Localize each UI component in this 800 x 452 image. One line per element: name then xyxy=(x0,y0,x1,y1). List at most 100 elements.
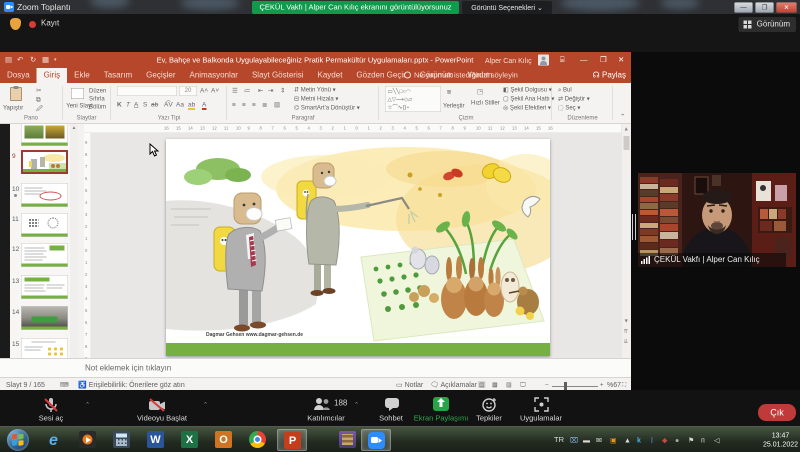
thumbnail-slide-10[interactable] xyxy=(21,183,68,207)
smartart-button[interactable]: ⌬ SmartArt'a Dönüştür ▾ xyxy=(294,104,360,111)
screen-share-icon[interactable] xyxy=(433,397,449,411)
excel-icon[interactable]: X xyxy=(181,431,198,448)
arrange-button[interactable]: Yerleştir xyxy=(443,102,464,109)
apps-label[interactable]: Uygulamalar xyxy=(520,414,562,423)
align-text-button[interactable]: ⊟ Metni Hizala ▾ xyxy=(294,95,338,102)
scroll-up-icon[interactable]: ▲ xyxy=(72,125,77,131)
media-player-icon[interactable] xyxy=(79,431,96,448)
cut-icon[interactable]: ✂ xyxy=(36,87,41,94)
tell-me-box[interactable]: Ne yapmak istediğinizi söyleyin xyxy=(404,68,518,83)
ppt-restore-icon[interactable]: ❐ xyxy=(600,56,607,64)
scroll-down-icon[interactable]: ▼ xyxy=(624,318,629,324)
shrink-font-icon[interactable]: A˅ xyxy=(211,87,219,94)
tray-volume-icon[interactable]: ◁ xyxy=(714,436,719,444)
start-button[interactable] xyxy=(7,429,29,451)
reactions-label[interactable]: Tepkiler xyxy=(476,414,502,423)
arrange-icon[interactable]: ⧈ xyxy=(447,88,451,95)
normal-view-icon[interactable]: ▤ xyxy=(478,381,486,388)
change-case-icon[interactable]: Aa xyxy=(176,101,184,108)
start-video-label[interactable]: Videoyu Başlat xyxy=(137,414,187,423)
zoom-panel-divider[interactable] xyxy=(632,214,636,240)
tab-gecisler[interactable]: Geçişler xyxy=(139,68,182,83)
slideshow-icon[interactable]: ▦ xyxy=(42,56,49,64)
tray-bluetooth-icon[interactable]: ᛒ xyxy=(650,436,654,444)
copy-icon[interactable]: ⧉ xyxy=(36,96,41,103)
underline-icon[interactable]: A xyxy=(134,101,138,108)
microphone-muted-icon[interactable] xyxy=(43,397,59,413)
mute-label[interactable]: Sesi aç xyxy=(39,414,64,423)
notes-placeholder[interactable]: Not eklemek için tıklayın xyxy=(85,364,171,373)
next-slide-icon[interactable]: ⇊ xyxy=(624,338,629,345)
thumbnail-slide-13[interactable] xyxy=(21,275,68,299)
ppt-minimize-icon[interactable]: — xyxy=(580,56,588,64)
zoom-out-icon[interactable]: − xyxy=(545,381,549,388)
reactions-icon[interactable] xyxy=(482,397,497,412)
participants-label[interactable]: Katılımcılar xyxy=(307,414,345,423)
grow-font-icon[interactable]: A˄ xyxy=(200,87,208,94)
tray-orange-icon[interactable]: ▣ xyxy=(610,436,617,444)
char-spacing-icon[interactable]: A͡V xyxy=(164,101,173,108)
thumbnail-slide-14[interactable] xyxy=(21,306,68,330)
tab-kaydet[interactable]: Kaydet xyxy=(311,68,350,83)
previous-slide-icon[interactable]: ⇈ xyxy=(624,328,629,335)
format-painter-icon[interactable]: 🖉 xyxy=(36,105,43,112)
thumbnail-slide-11[interactable] xyxy=(21,213,68,237)
word-icon[interactable]: W xyxy=(147,431,164,448)
select-button[interactable]: ⬚ Seç ▾ xyxy=(558,104,580,111)
mic-options-chevron[interactable]: ⌃ xyxy=(85,401,90,408)
internet-explorer-icon[interactable]: e xyxy=(45,431,62,448)
thumbnails-scrollbar[interactable]: ▲ ▼ xyxy=(70,124,78,376)
minimize-button[interactable]: — xyxy=(734,2,753,13)
fit-to-window-icon[interactable]: ⛶ xyxy=(622,381,626,389)
shape-outline-button[interactable]: ▢ Şekil Ana Hattı ▾ xyxy=(503,95,554,102)
font-name-box[interactable] xyxy=(117,86,177,96)
find-button[interactable]: ⌕ Bul xyxy=(558,86,572,94)
tray-network-icon[interactable]: ᴨ xyxy=(701,436,705,444)
tab-dosya[interactable]: Dosya xyxy=(0,68,37,83)
columns-icon[interactable]: ▥ xyxy=(274,101,280,108)
participants-chevron[interactable]: ⌃ xyxy=(354,401,359,408)
zoom-slider[interactable] xyxy=(552,386,598,387)
zoom-percentage[interactable]: %67 xyxy=(607,381,621,389)
scroll-up-icon[interactable]: ▲ xyxy=(624,126,629,132)
bold-icon[interactable]: K xyxy=(117,101,122,108)
slideshow-view-icon[interactable]: 🖵 xyxy=(520,381,526,389)
font-color-icon[interactable]: A xyxy=(202,101,206,110)
zoom-slider-thumb[interactable] xyxy=(564,382,567,390)
ppt-share-button[interactable]: ☊ Paylaş xyxy=(593,68,626,83)
paste-icon[interactable] xyxy=(10,87,22,101)
close-button[interactable]: ✕ xyxy=(776,2,797,13)
display-settings-icon[interactable]: ⌨ xyxy=(60,381,69,388)
view-button[interactable]: Görünüm xyxy=(739,17,796,32)
shapes-gallery[interactable]: ▭╲╲□○◠△▽⟶◇▱☆⌒∿{}⋆ xyxy=(385,86,441,112)
layout-button[interactable]: Düzen xyxy=(89,87,106,94)
notes-toggle[interactable]: ▭ Notlar xyxy=(396,381,423,390)
security-shield-icon[interactable] xyxy=(10,18,21,30)
quick-styles-icon[interactable]: ◳ xyxy=(477,88,483,95)
font-size-box[interactable]: 20 xyxy=(179,86,197,96)
tray-mail-icon[interactable]: ✉ xyxy=(596,436,602,444)
tray-updates-icon[interactable]: ▲ xyxy=(624,436,631,444)
participant-video[interactable]: ÇEKÜL Vakfı | Alper Can Kılıç xyxy=(638,173,796,267)
shape-effects-button[interactable]: ◎ Şekil Efektleri ▾ xyxy=(503,104,551,111)
chrome-icon[interactable] xyxy=(249,431,266,448)
accessibility-status[interactable]: ♿ Erişilebilirlik: Önerilere göz atın xyxy=(78,381,185,390)
new-slide-icon[interactable] xyxy=(71,88,84,99)
scrollbar-thumb[interactable] xyxy=(624,136,630,150)
video-options-chevron[interactable]: ⌃ xyxy=(203,401,208,408)
reset-button[interactable]: Sıfırla xyxy=(89,95,105,102)
participants-icon[interactable] xyxy=(313,397,331,412)
zoom-taskbar-button[interactable] xyxy=(361,429,391,451)
chat-icon[interactable] xyxy=(384,397,400,412)
shape-fill-button[interactable]: ◧ Şekil Dolgusu ▾ xyxy=(503,86,552,93)
apps-icon[interactable] xyxy=(534,397,549,412)
tab-giris[interactable]: Giriş xyxy=(37,68,67,83)
collapse-ribbon-icon[interactable]: ⌃ xyxy=(620,113,625,120)
align-center-icon[interactable]: ≡ xyxy=(242,101,246,108)
justify-icon[interactable]: ≣ xyxy=(262,101,267,108)
highlight-color-icon[interactable]: ab xyxy=(188,101,195,110)
tray-icon-2[interactable]: ▬ xyxy=(583,436,590,444)
thumbnail-slide-8[interactable] xyxy=(21,124,68,146)
user-avatar[interactable] xyxy=(538,55,549,66)
thumbnail-slide-12[interactable] xyxy=(21,243,68,267)
